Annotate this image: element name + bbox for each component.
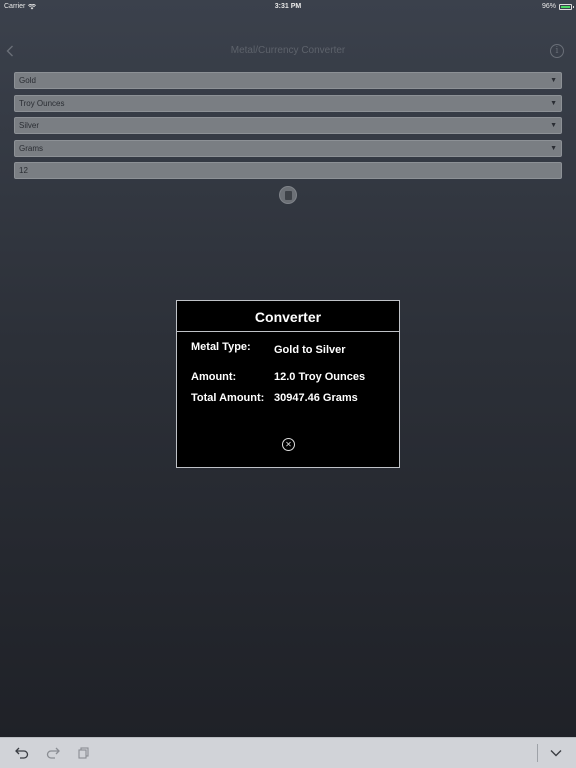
- amount-label: Amount:: [191, 371, 237, 383]
- info-button[interactable]: i: [550, 44, 564, 58]
- dismiss-keyboard-button[interactable]: [547, 744, 565, 762]
- metal-type-value: Gold to Silver: [274, 344, 346, 356]
- clipboard-icon: [78, 747, 89, 759]
- calculator-icon: [284, 190, 292, 200]
- metal-type-label: Metal Type:: [191, 341, 251, 353]
- bar-divider: [537, 744, 538, 762]
- battery-fill: [561, 5, 570, 8]
- page-title: Metal/Currency Converter: [230, 45, 346, 56]
- status-left: Carrier: [4, 3, 37, 10]
- dropdown-arrow-icon: ▼: [550, 122, 557, 129]
- dropdown-arrow-icon: ▼: [550, 100, 557, 107]
- undo-icon: [15, 747, 29, 759]
- dialog-title: Converter: [177, 301, 399, 332]
- to-unit-value: Grams: [19, 144, 43, 153]
- from-unit-value: Troy Ounces: [19, 99, 65, 108]
- battery-icon: [559, 3, 574, 10]
- converter-dialog: Converter Metal Type: Gold to Silver Amo…: [176, 300, 400, 468]
- amount-result-value: 12.0 Troy Ounces: [274, 371, 366, 383]
- total-amount-label: Total Amount:: [191, 392, 265, 404]
- status-bar: Carrier 3:31 PM 96%: [0, 0, 576, 13]
- total-amount-value: 30947.46 Grams: [274, 392, 358, 404]
- undo-button[interactable]: [14, 744, 30, 762]
- to-metal-value: Silver: [19, 121, 40, 130]
- shortcut-bar: [0, 737, 576, 768]
- close-icon: ✕: [285, 440, 292, 449]
- navigation-bar: Metal/Currency Converter i: [0, 40, 576, 64]
- from-unit-select[interactable]: Troy Ounces ▼: [14, 95, 562, 112]
- dropdown-arrow-icon: ▼: [550, 145, 557, 152]
- carrier-label: Carrier: [4, 3, 26, 10]
- to-metal-select[interactable]: Silver ▼: [14, 117, 562, 134]
- chevron-down-icon: [550, 750, 562, 757]
- from-metal-select[interactable]: Gold ▼: [14, 72, 562, 89]
- battery-percent: 96%: [541, 3, 556, 10]
- to-unit-select[interactable]: Grams ▼: [14, 140, 562, 157]
- redo-icon: [46, 747, 60, 759]
- convert-button[interactable]: [279, 186, 297, 204]
- dropdown-arrow-icon: ▼: [550, 77, 557, 84]
- status-right: 96%: [541, 3, 574, 10]
- redo-button[interactable]: [45, 744, 61, 762]
- amount-value: 12: [19, 166, 28, 175]
- from-metal-value: Gold: [19, 76, 36, 85]
- status-time: 3:31 PM: [274, 3, 302, 10]
- paste-button[interactable]: [76, 744, 92, 762]
- info-icon: i: [555, 46, 559, 56]
- amount-input[interactable]: 12: [14, 162, 562, 179]
- wifi-icon: [28, 3, 37, 9]
- close-dialog-button[interactable]: ✕: [282, 438, 295, 451]
